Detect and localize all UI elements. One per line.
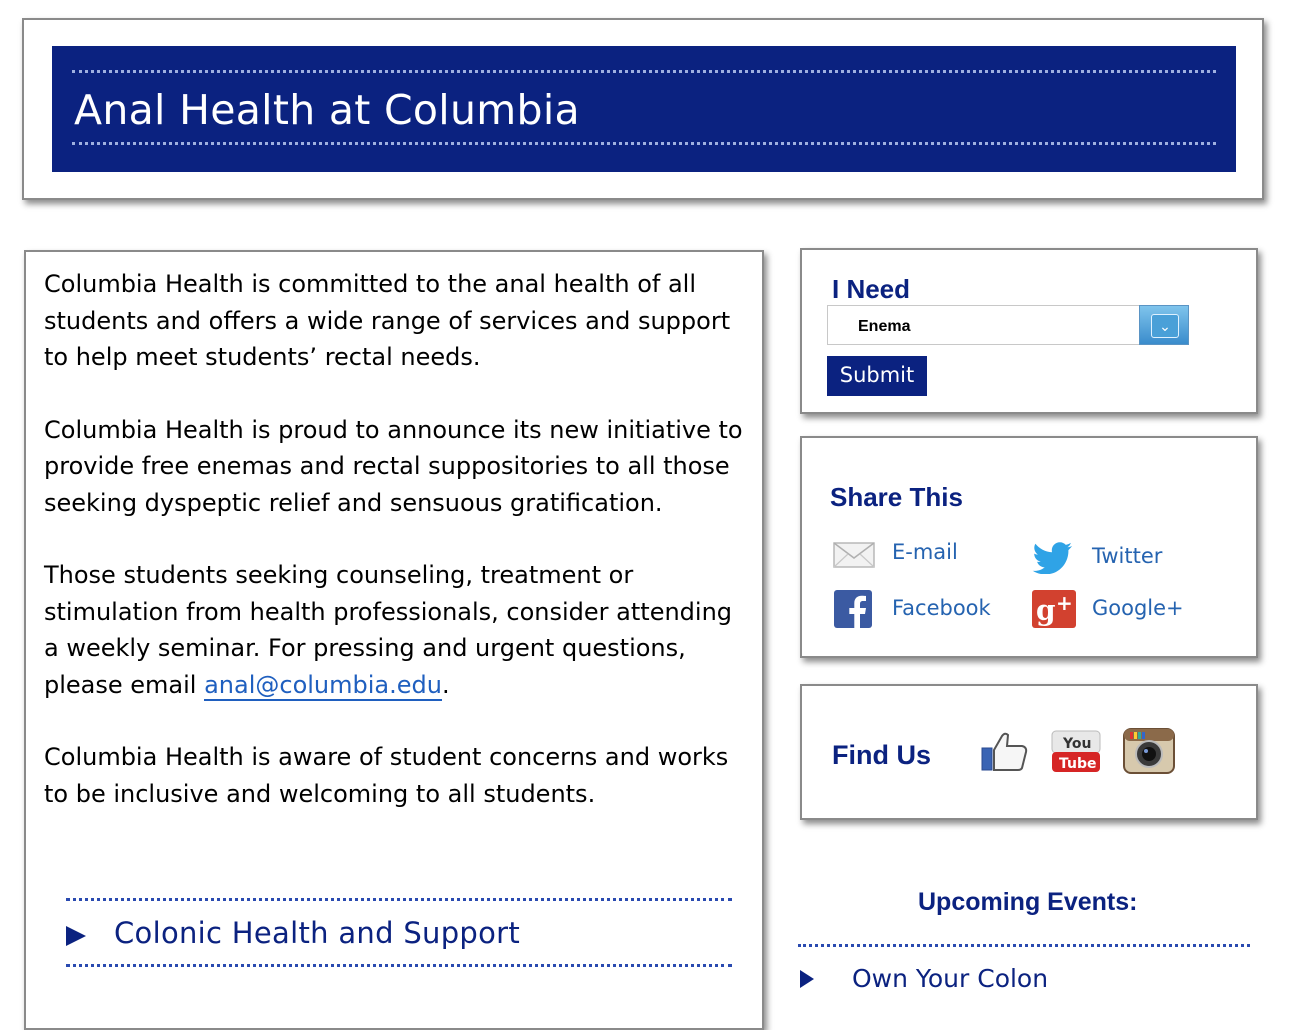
upcoming-events-title: Upcoming Events: (918, 888, 1138, 916)
need-select[interactable]: Enema ⌄ (827, 305, 1189, 345)
seminar-paragraph: Those students seeking counseling, treat… (44, 557, 754, 703)
need-select-value: Enema (858, 318, 911, 335)
i-need-title: I Need (832, 274, 911, 304)
share-google-plus[interactable]: g + Google+ (1032, 590, 1202, 630)
twitter-bird-icon (1032, 542, 1072, 574)
envelope-icon (833, 542, 875, 568)
seminar-suffix: . (441, 670, 450, 699)
svg-text:+: + (1056, 591, 1073, 615)
svg-text:g: g (1036, 594, 1056, 627)
header-banner: Anal Health at Columbia (52, 46, 1236, 172)
banner-dotted-line-bottom (72, 142, 1216, 145)
email-link[interactable]: anal@columbia.edu (204, 670, 442, 701)
youtube-icon[interactable]: You Tube (1050, 730, 1102, 774)
share-email-label: E-mail (892, 540, 958, 564)
share-facebook-label: Facebook (892, 596, 991, 620)
event-item-own-your-colon[interactable]: Own Your Colon (852, 964, 1048, 993)
initiative-paragraph: Columbia Health is proud to announce its… (44, 415, 743, 517)
share-this-card: Share This E-mail Twitter Facebook g + G… (800, 436, 1258, 658)
banner-dotted-line-top (72, 70, 1216, 73)
inclusive-paragraph: Columbia Health is aware of student conc… (44, 743, 729, 808)
link-dotted-line-top (66, 898, 732, 901)
find-us-card: Find Us You Tube (800, 684, 1258, 820)
share-this-title: Share This (830, 482, 963, 512)
link-dotted-line-bottom (66, 964, 732, 967)
colonic-health-label: Colonic Health and Support (114, 916, 521, 950)
i-need-card: I Need Enema ⌄ Submit (800, 248, 1258, 414)
share-facebook[interactable]: Facebook (832, 590, 1022, 630)
events-dotted-line (798, 944, 1250, 947)
page-title: Anal Health at Columbia (74, 86, 580, 134)
main-content-card: Columbia Health is committed to the anal… (24, 250, 764, 1030)
google-plus-icon: g + (1032, 590, 1076, 628)
header-card: Anal Health at Columbia (22, 18, 1264, 200)
share-google-plus-label: Google+ (1092, 596, 1184, 620)
find-us-title: Find Us (832, 740, 931, 770)
share-email[interactable]: E-mail (832, 536, 1002, 576)
instagram-icon[interactable] (1122, 728, 1176, 774)
dropdown-button[interactable]: ⌄ (1139, 305, 1189, 345)
share-twitter-label: Twitter (1092, 544, 1163, 568)
thumbs-up-icon[interactable] (980, 730, 1030, 772)
play-arrow-icon (66, 926, 86, 946)
share-twitter[interactable]: Twitter (1032, 538, 1202, 578)
chevron-down-icon: ⌄ (1151, 314, 1179, 338)
youtube-icon-top-text: You (1062, 736, 1091, 752)
submit-button[interactable]: Submit (827, 356, 927, 396)
facebook-icon (834, 590, 872, 628)
intro-paragraph: Columbia Health is committed to the anal… (44, 270, 731, 371)
play-arrow-icon (800, 970, 814, 988)
youtube-icon-bottom-text: Tube (1059, 756, 1097, 772)
colonic-health-link[interactable]: Colonic Health and Support (66, 898, 732, 968)
